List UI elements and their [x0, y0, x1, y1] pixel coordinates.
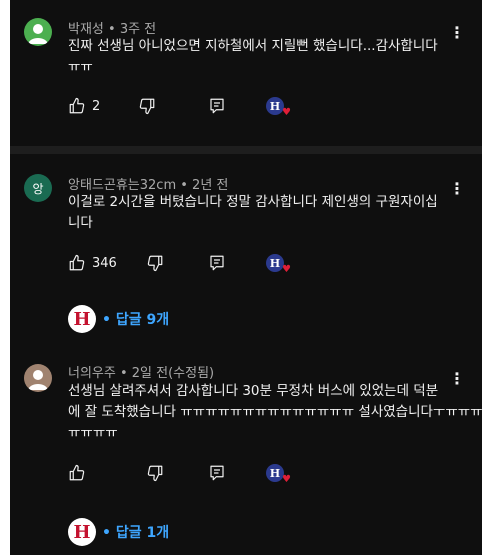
- thumbs-up-icon: [69, 254, 85, 271]
- comment-meta: 너의우주 • 2일 전(수정됨): [68, 366, 215, 381]
- reply-button[interactable]: [208, 94, 226, 118]
- reply-button[interactable]: [208, 461, 226, 485]
- more-options-icon[interactable]: ⋮: [449, 368, 465, 388]
- like-count: 2: [92, 98, 101, 114]
- thumbs-down-icon: [147, 255, 163, 272]
- comment-text: 이걸로 2시간을 버텼습니다 정말 감사합니다 제인생의 구원자이십 니다: [68, 192, 460, 234]
- creator-heart-badge: H ♥: [266, 94, 291, 118]
- comment-actions: 346 H ♥: [68, 251, 448, 275]
- thumbs-up-icon: [69, 464, 85, 481]
- reply-count-label: • 답글 9개: [102, 312, 170, 328]
- creator-avatar-icon: H: [68, 305, 96, 333]
- comments-panel: 박재성 • 3주 전 진짜 선생님 아니었으면 지하철에서 지릴뻔 했습니다..…: [10, 0, 482, 555]
- avatar[interactable]: [24, 364, 52, 392]
- comment-meta: 앙태드곤휴는32cm • 2년 전: [68, 178, 229, 193]
- thumbs-down-icon: [147, 465, 163, 482]
- comment-text-line: 니다: [68, 215, 93, 231]
- comment-text-line: ㅠㅠㅠㅠ: [68, 425, 118, 441]
- like-button[interactable]: 346: [68, 251, 117, 275]
- view-replies-button[interactable]: H • 답글 9개: [68, 305, 169, 333]
- creator-badge-letter: H: [269, 466, 281, 480]
- creator-badge-letter: H: [269, 99, 281, 113]
- creator-avatar-icon: H ♥: [266, 464, 291, 485]
- reply-icon: [210, 465, 224, 481]
- reply-count-label: • 답글 1개: [102, 525, 170, 541]
- dislike-button[interactable]: [146, 251, 164, 275]
- divider: [10, 146, 482, 154]
- creator-avatar-icon: H: [68, 518, 96, 546]
- reply-button[interactable]: [208, 251, 226, 275]
- creator-badge-letter: H: [73, 308, 91, 330]
- avatar[interactable]: 앙: [24, 174, 52, 202]
- dislike-button[interactable]: [138, 94, 156, 118]
- reply-icon: [210, 98, 224, 114]
- comment-text-line: 진짜 선생님 아니었으면 지하철에서 지릴뻔 했습니다...감사합니다: [68, 38, 438, 54]
- dislike-button[interactable]: [146, 461, 164, 485]
- more-options-icon[interactable]: ⋮: [449, 178, 465, 198]
- thumbs-down-icon: [139, 98, 155, 115]
- heart-icon: ♥: [282, 264, 291, 275]
- creator-heart-badge: H ♥: [266, 461, 291, 485]
- more-options-icon[interactable]: ⋮: [449, 22, 465, 42]
- creator-badge-letter: H: [269, 256, 281, 270]
- creator-heart-badge: H ♥: [266, 251, 291, 275]
- comment-text-line: 이걸로 2시간을 버텼습니다 정말 감사합니다 제인생의 구원자이십: [68, 194, 438, 210]
- heart-icon: ♥: [282, 474, 291, 485]
- comment-meta: 박재성 • 3주 전: [68, 22, 157, 37]
- avatar-letter: 앙: [32, 181, 44, 196]
- comment-text-line: 에 잘 도착했습니다 ㅠㅠㅠㅠㅠㅠㅠㅠㅠㅠㅠㅠㅠㅠ 설사였습니다ㅜㅠㅠㅠ: [68, 404, 482, 420]
- avatar[interactable]: [24, 18, 52, 46]
- creator-badge-letter: H: [73, 521, 91, 543]
- comment-actions: 2 H ♥: [68, 94, 448, 118]
- like-button[interactable]: [68, 461, 86, 485]
- default-user-icon: [28, 370, 48, 390]
- view-replies-button[interactable]: H • 답글 1개: [68, 518, 169, 546]
- default-user-icon: [28, 24, 48, 44]
- reply-icon: [210, 255, 224, 271]
- like-button[interactable]: 2: [68, 94, 100, 118]
- comment-text-line: ㅠㅠ: [68, 59, 93, 75]
- comment-text: 진짜 선생님 아니었으면 지하철에서 지릴뻔 했습니다...감사합니다 ㅠㅠ: [68, 36, 460, 78]
- like-count: 346: [92, 255, 117, 271]
- comment-text-line: 선생님 살려주셔서 감사합니다 30분 무정차 버스에 있었는데 덕분: [68, 383, 439, 399]
- heart-icon: ♥: [282, 107, 291, 118]
- creator-avatar-icon: H ♥: [266, 254, 291, 275]
- comment-actions: H ♥: [68, 461, 448, 485]
- comment-text: 선생님 살려주셔서 감사합니다 30분 무정차 버스에 있었는데 덕분 에 잘 …: [68, 381, 482, 444]
- thumbs-up-icon: [69, 97, 85, 114]
- creator-avatar-icon: H ♥: [266, 97, 291, 118]
